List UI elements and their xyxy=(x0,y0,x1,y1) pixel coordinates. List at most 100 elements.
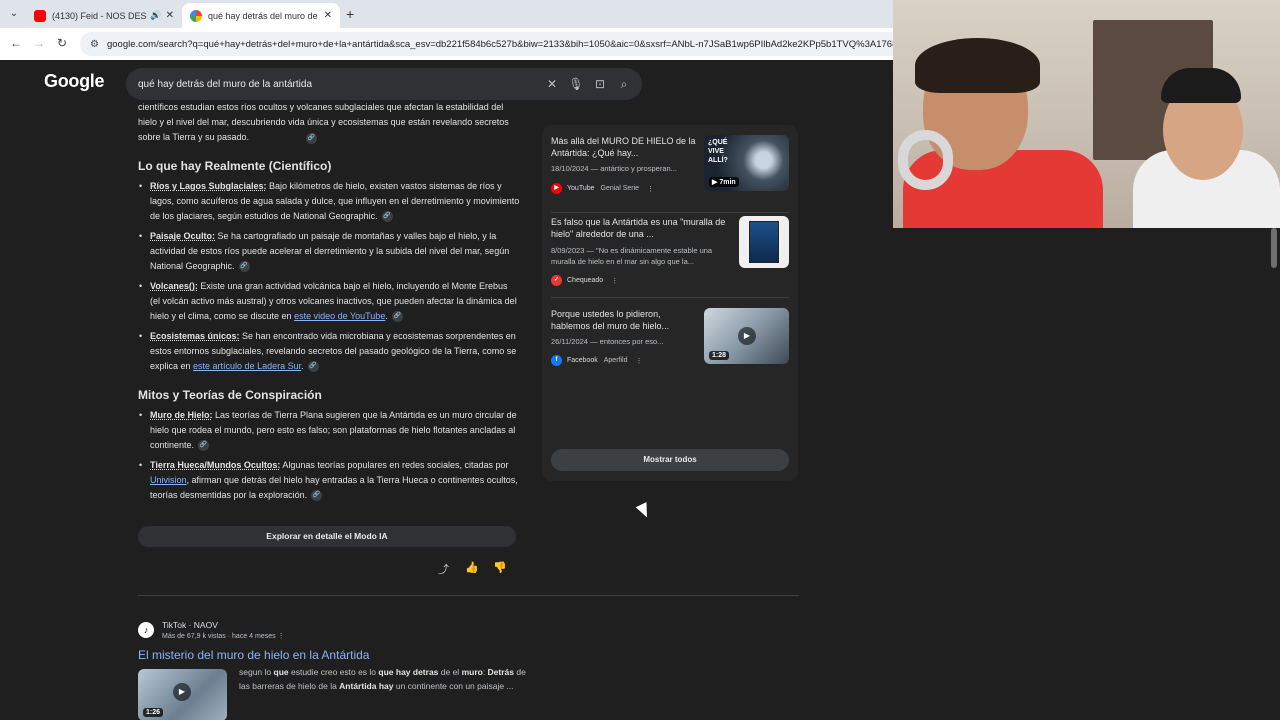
address-bar-row: ← → ↻ ⚙ google.com/search?q=qué+hay+detr… xyxy=(0,28,893,60)
link-chip-icon[interactable]: 🔗 xyxy=(381,211,393,223)
more-options-icon[interactable]: ⋮ xyxy=(278,633,285,640)
tab-youtube[interactable]: (4130) Feid - NOS DESCON 🔊 ✕ xyxy=(26,3,182,28)
tab-search-chevron-icon[interactable]: ⌄ xyxy=(6,6,22,22)
source-card[interactable]: Más allá del MURO DE HIELO de la Antárti… xyxy=(551,135,789,205)
snippet-part: que hay detras xyxy=(378,667,439,677)
tab-title: qué hay detrás del muro de la a xyxy=(208,10,320,21)
reload-icon[interactable]: ↻ xyxy=(57,36,67,50)
search-box[interactable]: qué hay detrás del muro de la antártida … xyxy=(126,68,642,100)
show-all-button[interactable]: Mostrar todos xyxy=(551,449,789,471)
list-item: Volcanes(): Existe una gran actividad vo… xyxy=(138,279,520,324)
card-thumbnail[interactable] xyxy=(739,216,789,268)
divider xyxy=(551,212,789,213)
google-logo[interactable]: Google xyxy=(44,71,105,92)
card-thumbnail[interactable]: ▶ 1:28 xyxy=(704,308,789,364)
source-name: Chequeado xyxy=(567,277,604,284)
forward-icon[interactable]: → xyxy=(33,36,45,50)
clear-icon[interactable]: ✕ xyxy=(540,77,564,91)
ladera-sur-link[interactable]: este artículo de Ladera Sur xyxy=(193,361,301,371)
search-icon[interactable]: ⌕ xyxy=(612,77,636,92)
page-right-area xyxy=(893,228,1280,720)
lens-icon[interactable]: ⊡ xyxy=(588,77,612,91)
tab-title: (4130) Feid - NOS DESCON xyxy=(52,10,147,21)
more-options-icon[interactable]: ⋮ xyxy=(611,277,618,285)
card-thumbnail[interactable]: ¿QUÉ VIVE ALLÍ? ▶ 7min xyxy=(704,135,789,191)
snippet-part: Detrás xyxy=(487,667,515,677)
card-source: ▶ YouTube Genial Serie ⋮ xyxy=(551,183,654,194)
item-text-after: . xyxy=(385,311,388,321)
more-options-icon[interactable]: ⋮ xyxy=(635,357,642,365)
search-query[interactable]: qué hay detrás del muro de la antártida xyxy=(138,79,540,90)
tiktok-icon: ♪ xyxy=(138,622,154,638)
list-item: Tierra Hueca/Mundos Ocultos: Algunas teo… xyxy=(138,458,520,503)
link-chip-icon[interactable]: 🔗 xyxy=(238,261,250,273)
term: Tierra Hueca/Mundos Ocultos: xyxy=(150,460,281,470)
more-options-icon[interactable]: ⋮ xyxy=(647,185,654,193)
person-right-cap xyxy=(1161,68,1241,103)
youtube-favicon-icon xyxy=(34,9,46,22)
explore-ai-mode-button[interactable]: Explorar en detalle el Modo IA xyxy=(138,526,516,547)
source-name: Facebook xyxy=(567,357,598,364)
youtube-video-link[interactable]: este video de YouTube xyxy=(294,311,385,321)
card-source: ✓ Chequeado ⋮ xyxy=(551,275,618,286)
close-tab-icon[interactable]: ✕ xyxy=(324,10,332,21)
result-snippet: segun lo que estudie creo esto es lo que… xyxy=(239,665,531,693)
item-text-after: , afirman que detrás del hielo hay entra… xyxy=(150,475,518,500)
tab-google-search[interactable]: qué hay detrás del muro de la a ✕ xyxy=(182,3,340,28)
link-chip-icon[interactable]: 🔗 xyxy=(311,490,323,502)
card-source: f Facebook Aperfild ⋮ xyxy=(551,355,642,366)
share-icon[interactable]: ⤴ xyxy=(438,561,449,577)
list-item: Paisaje Oculto: Se ha cartografiado un p… xyxy=(138,229,520,274)
snippet-part: estudie creo esto es lo xyxy=(288,667,379,677)
scrollbar-thumb[interactable] xyxy=(1271,228,1277,268)
back-icon[interactable]: ← xyxy=(10,36,22,50)
thumbs-down-icon[interactable]: 👎 xyxy=(493,561,507,574)
youtube-icon: ▶ xyxy=(551,183,562,194)
snippet-part: segun lo xyxy=(239,667,274,677)
list-item: Muro de Hielo: Las teorías de Tierra Pla… xyxy=(138,408,520,453)
site-info-icon[interactable]: ⚙ xyxy=(90,39,99,50)
univision-link[interactable]: Univision xyxy=(150,475,187,485)
thumbs-up-icon[interactable]: 👍 xyxy=(465,561,479,574)
link-chip-icon[interactable]: 🔗 xyxy=(198,440,210,452)
source-card[interactable]: Es falso que la Antártida es una "murall… xyxy=(551,216,789,291)
snippet-part: de el xyxy=(438,667,462,677)
link-chip-icon[interactable]: 🔗 xyxy=(306,133,317,144)
card-title[interactable]: Más allá del MURO DE HIELO de la Antárti… xyxy=(551,135,699,159)
source-meta: Más de 67,9 k vistas · hace 4 meses ⋮ xyxy=(162,632,285,640)
speaker-icon[interactable]: 🔊 xyxy=(150,10,161,21)
video-duration: ▶ 7min xyxy=(709,177,739,187)
card-title[interactable]: Porque ustedes lo pidieron, hablemos del… xyxy=(551,308,699,332)
myths-list: Muro de Hielo: Las teorías de Tierra Pla… xyxy=(138,408,520,503)
close-tab-icon[interactable]: ✕ xyxy=(166,10,174,21)
mic-icon[interactable]: 🎙 xyxy=(564,77,588,91)
play-icon[interactable]: ▶ xyxy=(738,327,756,345)
item-text: Algunas teorías populares en redes socia… xyxy=(280,460,509,470)
url-field[interactable]: ⚙ google.com/search?q=qué+hay+detrás+del… xyxy=(80,32,893,56)
divider xyxy=(551,297,789,298)
overview-intro: científicos estudian estos ríos ocultos … xyxy=(138,102,509,142)
screen: ⌄ (4130) Feid - NOS DESCON 🔊 ✕ qué hay d… xyxy=(0,0,1280,720)
card-title[interactable]: Es falso que la Antártida es una "murall… xyxy=(551,216,731,240)
link-chip-icon[interactable]: 🔗 xyxy=(391,311,403,323)
term: Ecosistemas únicos: xyxy=(150,331,240,341)
play-icon[interactable]: ▶ xyxy=(173,683,191,701)
card-desc: 18/10/2024 — antártico y prosperan... xyxy=(551,164,677,173)
browser-tab-bar: ⌄ (4130) Feid - NOS DESCON 🔊 ✕ qué hay d… xyxy=(0,0,893,28)
term: Ríos y Lagos Subglaciales: xyxy=(150,181,267,191)
video-thumbnail[interactable]: ▶ 1:26 xyxy=(138,669,227,720)
result-source[interactable]: ♪ TikTok · NAOV Más de 67,9 k vistas · h… xyxy=(138,620,538,640)
snippet-part: Antártida hay xyxy=(339,681,394,691)
source-sub: Aperfild xyxy=(603,357,628,364)
result-title-link[interactable]: El misterio del muro de hielo en la Antá… xyxy=(138,648,538,662)
card-desc: 8/09/2023 — "No es dinámicamente estable… xyxy=(551,246,713,266)
section-heading-scientific: Lo que hay Realmente (Científico) xyxy=(138,159,332,173)
new-tab-button[interactable]: + xyxy=(346,6,354,22)
chequeado-icon: ✓ xyxy=(551,275,562,286)
meta-text: Más de 67,9 k vistas · hace 4 meses xyxy=(162,633,276,640)
item-text-after: . xyxy=(301,361,304,371)
headphones-icon xyxy=(898,130,953,190)
list-item: Ríos y Lagos Subglaciales: Bajo kilómetr… xyxy=(138,179,520,224)
source-card[interactable]: Porque ustedes lo pidieron, hablemos del… xyxy=(551,308,789,378)
link-chip-icon[interactable]: 🔗 xyxy=(307,361,319,373)
